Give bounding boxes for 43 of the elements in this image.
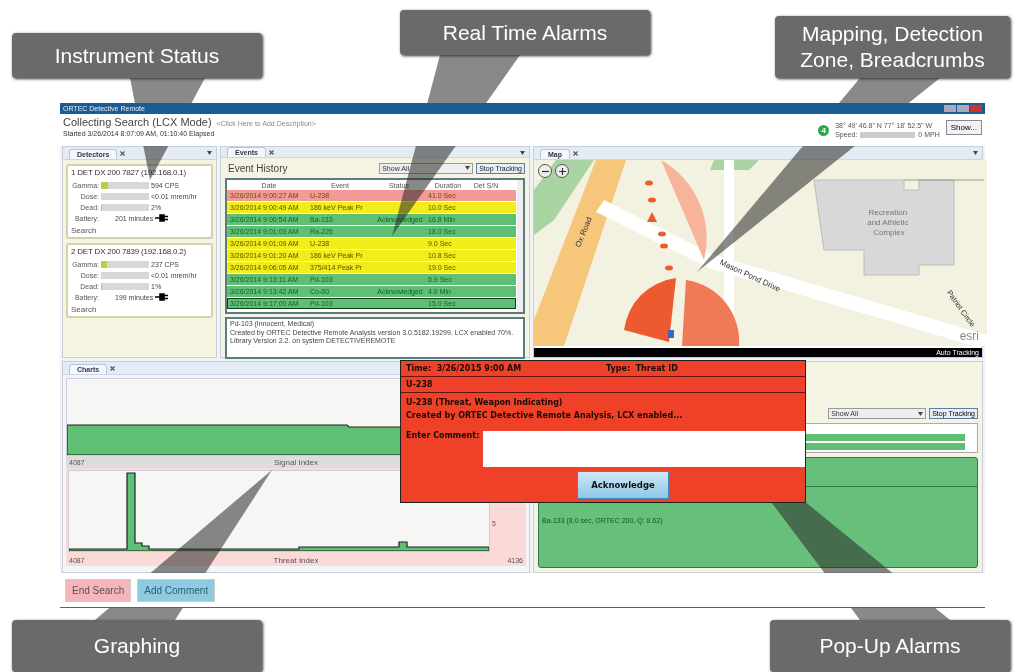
detector-name: 2 DET DX 200 7839 (192.168.0.2) [71,247,188,256]
search-title: Collecting Search (LCX Mode) [63,116,212,128]
caret-icon [465,166,471,170]
show-button[interactable]: Show... [945,119,982,135]
search-link[interactable]: Search [71,226,208,235]
plug-icon [155,293,170,301]
close-icon[interactable] [268,149,274,155]
chart-title: Threat Index [273,555,319,565]
search-link[interactable]: Search [71,305,208,314]
end-search-button[interactable]: End Search [65,578,132,602]
close-icon[interactable] [573,150,578,156]
type-label: Type: [606,364,632,373]
callout-label: Graphing [12,620,262,672]
building-label: Recreation and Athletic Complex [867,208,909,237]
callout-label: Real Time Alarms [400,10,650,55]
callout-label: Instrument Status [12,33,262,78]
acknowledge-button[interactable]: Acknowledge [577,471,669,499]
chart-title: Signal Index [274,457,318,467]
pin-icon[interactable] [520,151,525,155]
add-comment-button[interactable]: Add Comment [137,578,216,602]
panel-heading: Event History [227,162,289,174]
caret-icon [918,411,924,416]
gps-count-badge: 4 [818,124,830,136]
alarm-nuclide: U-238 [406,380,433,389]
comment-field[interactable] [483,431,805,467]
callout-label: Pop-Up Alarms [770,620,1010,672]
alarm-created-text: Created by ORTEC Detective Remote Analysis, LCX enabled... [406,411,683,420]
pin-icon[interactable] [207,151,212,155]
time-label: Time: [406,364,433,373]
close-icon[interactable] [120,150,126,156]
alarm-description: U-238 (Threat, Weapon Indicating) [406,398,563,407]
plug-icon [155,214,170,222]
comment-label: Enter Comment: [406,431,480,442]
scrollbar[interactable] [517,180,523,312]
callout-label: Mapping, Detection Zone, Breadcrumbs [775,16,1010,78]
pin-icon[interactable] [973,151,978,155]
close-icon[interactable] [110,365,116,371]
plus-icon [558,167,566,175]
alarm-time: 3/26/2015 9:00 AM [436,364,522,373]
attribution-logo: esri [959,329,979,343]
speed-meter [860,131,916,138]
map-label: Ox Road [573,215,594,249]
alarm-type: Threat ID [635,364,678,373]
